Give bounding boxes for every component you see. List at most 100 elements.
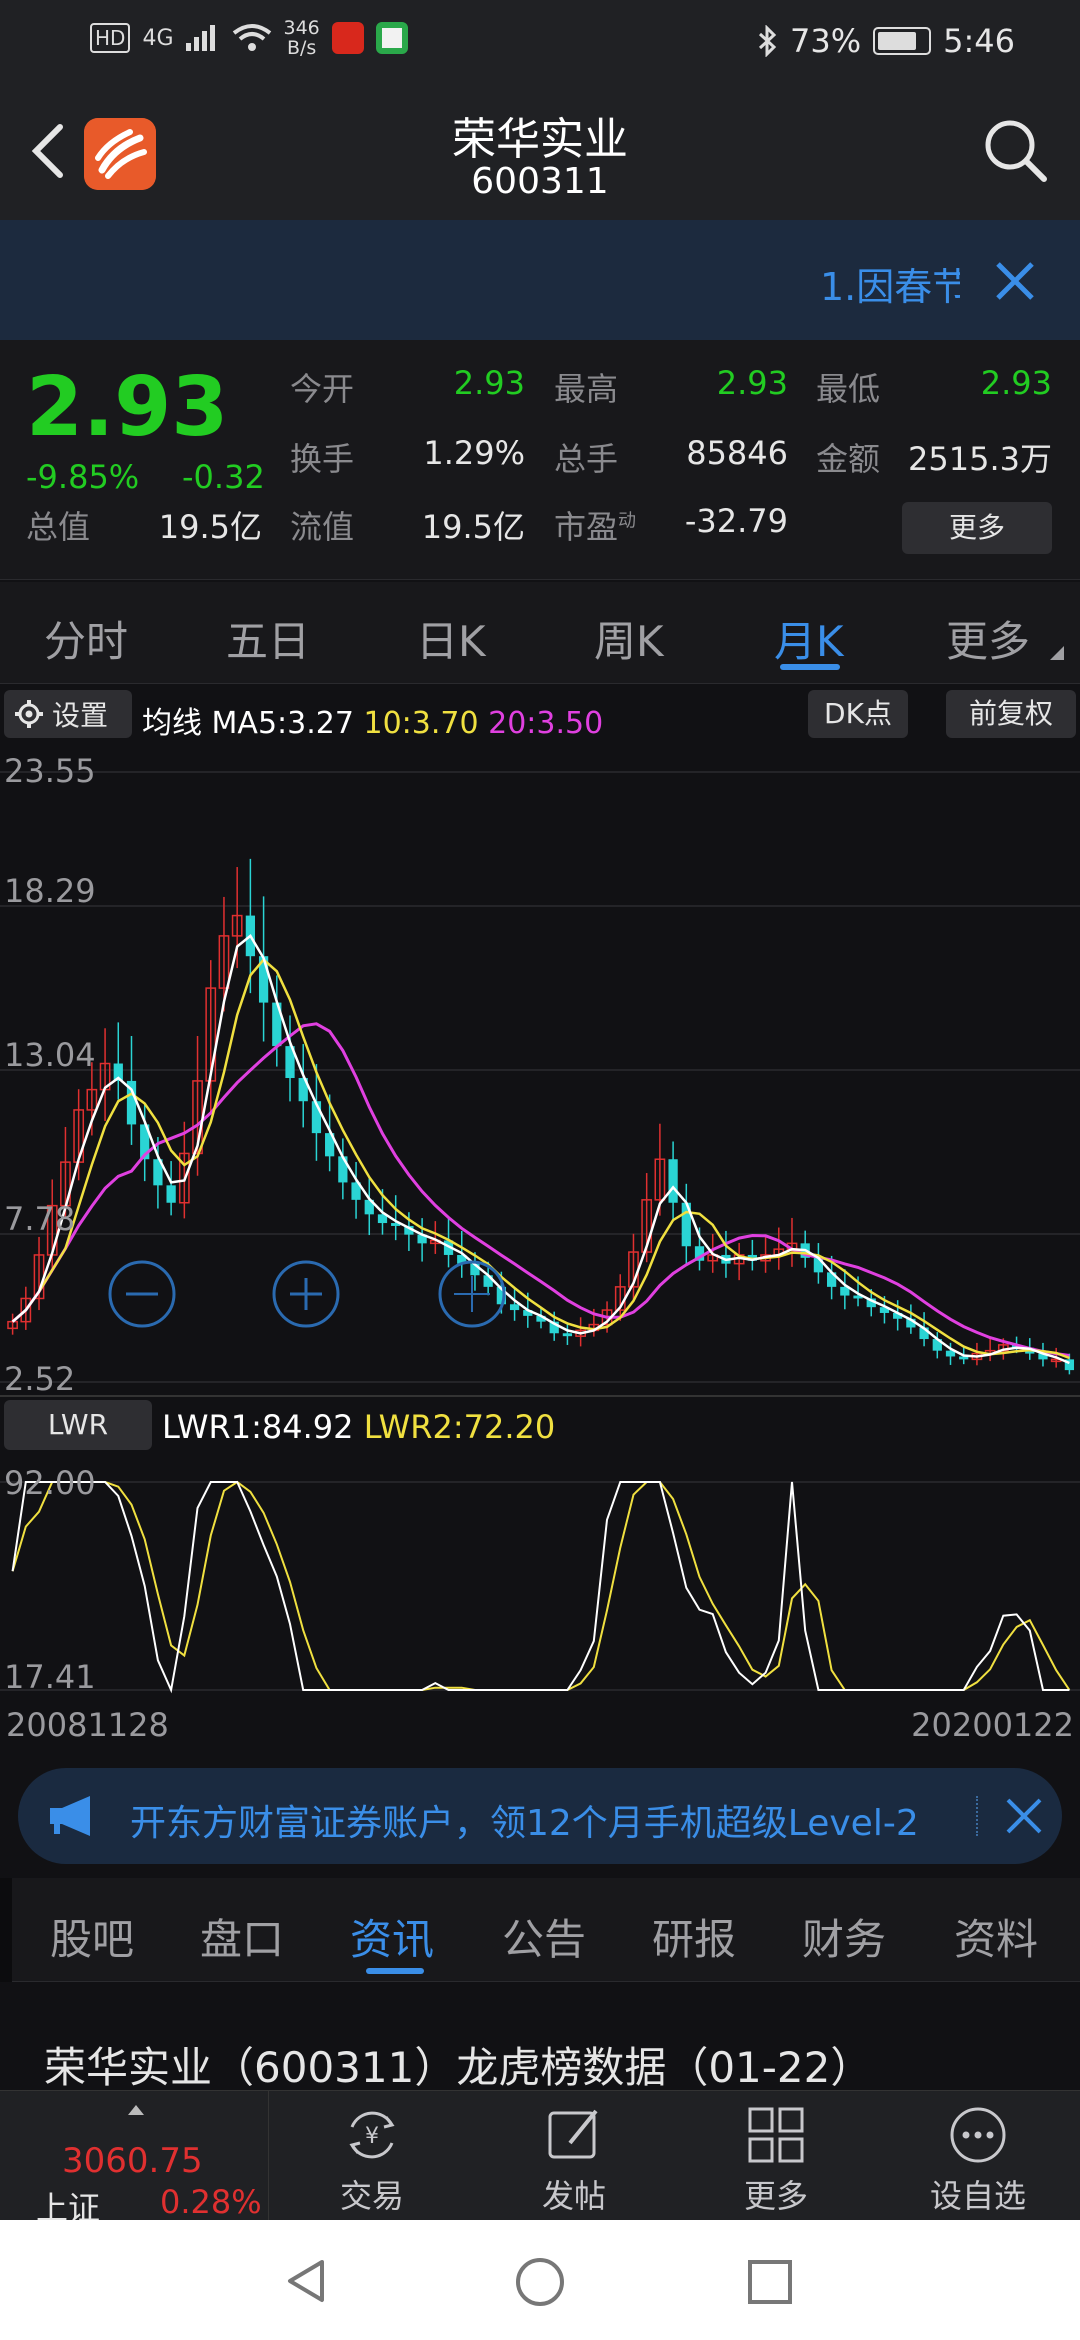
- app-notification-icon: [331, 22, 364, 54]
- stock-name: 荣华实业: [452, 114, 628, 165]
- price-adjust-button[interactable]: 前复权: [946, 690, 1076, 738]
- gear-icon: [15, 700, 43, 728]
- lwr-grid: [0, 1481, 1080, 1691]
- ma10-value: 10:3.70: [363, 706, 479, 741]
- zoom-controls: [108, 1260, 506, 1328]
- dk-point-button[interactable]: DK点: [808, 690, 908, 738]
- label-float-value: 流值: [290, 508, 355, 546]
- candle-body: [562, 1333, 573, 1337]
- value-open: 2.93: [453, 364, 525, 402]
- value-pe: -32.79: [684, 502, 788, 540]
- tab-intraday[interactable]: 分时: [44, 608, 128, 669]
- settings-button[interactable]: 设置: [4, 690, 132, 738]
- system-back-icon[interactable]: [282, 2256, 332, 2306]
- tab-news[interactable]: 资讯: [350, 1906, 434, 1967]
- news-list: 荣华实业（600311）龙虎榜数据（01-22）: [0, 1982, 1080, 2092]
- zoom-in-button[interactable]: [272, 1260, 340, 1328]
- search-icon[interactable]: [980, 115, 1050, 185]
- value-turnover: 1.29%: [423, 434, 525, 472]
- label-pe: 市盈动: [554, 502, 636, 548]
- candles: [7, 858, 1075, 1375]
- tab-research[interactable]: 研报: [652, 1906, 736, 1967]
- system-home-icon[interactable]: [514, 2256, 566, 2308]
- nav-post[interactable]: 发帖: [506, 2097, 642, 2217]
- candle-body: [509, 1304, 520, 1311]
- megaphone-icon: [50, 1796, 90, 1836]
- nav-watchlist[interactable]: 设自选: [910, 2097, 1046, 2217]
- active-tab-indicator: [780, 664, 840, 670]
- lwr1-line: [11, 1481, 1070, 1694]
- label-pe-text: 市盈: [554, 508, 619, 546]
- promo-banner[interactable]: 开东方财富证券账户，领12个月手机超级Level-2: [18, 1768, 1062, 1864]
- date-start: 20081128: [6, 1706, 169, 1744]
- nav-trade[interactable]: ¥ 交易: [304, 2097, 440, 2217]
- stock-code: 600311: [471, 161, 609, 202]
- nav-more[interactable]: 更多: [708, 2097, 844, 2217]
- lwr-tick-bottom: 17.41: [4, 1658, 96, 1696]
- notice-bar[interactable]: 1.因春节: [0, 220, 1080, 340]
- tab-daily-k[interactable]: 日K: [416, 608, 486, 669]
- tab-more-periods[interactable]: 更多: [946, 608, 1030, 669]
- quote-panel: 2.93 -9.85% -0.32 今开 2.93 最高 2.93 最低 2.9…: [0, 340, 1080, 580]
- nav-trade-label: 交易: [339, 2177, 404, 2215]
- index-value[interactable]: 3060.75: [62, 2141, 203, 2181]
- battery-icon: [873, 27, 932, 55]
- yuan-exchange-icon: ¥: [349, 2111, 395, 2159]
- label-turnover: 换手: [290, 440, 355, 478]
- label-volume: 总手: [554, 440, 619, 478]
- system-recents-icon[interactable]: [746, 2258, 794, 2306]
- index-percent[interactable]: 0.28%: [160, 2183, 262, 2221]
- promo-text[interactable]: 开东方财富证券账户，领12个月手机超级Level-2: [130, 1794, 970, 1846]
- value-low: 2.93: [980, 364, 1052, 402]
- more-dots-icon: [950, 2107, 1006, 2163]
- network-type: 4G: [142, 25, 174, 51]
- chart-grid: [0, 771, 1080, 1383]
- tab-finance[interactable]: 财务: [802, 1906, 886, 1967]
- label-open: 今开: [290, 370, 355, 408]
- change-amount: -0.32: [182, 458, 265, 496]
- lwr-indicator-button[interactable]: LWR: [4, 1400, 152, 1450]
- price-tick-3: 13.04: [4, 1036, 96, 1074]
- notice-text[interactable]: 1.因春节: [820, 256, 960, 311]
- tab-order-book[interactable]: 盘口: [200, 1906, 284, 1967]
- label-amount: 金额: [816, 440, 881, 478]
- tab-forum[interactable]: 股吧: [50, 1906, 134, 1967]
- clock: 5:46: [943, 22, 1015, 60]
- price-tick-2: 18.29: [4, 872, 96, 910]
- tab-five-day[interactable]: 五日: [226, 608, 310, 669]
- system-nav-bar: [0, 2220, 1080, 2340]
- net-speed: 346 B/s: [284, 18, 320, 58]
- title-bar: 荣华实业 600311: [0, 85, 1080, 220]
- value-amount: 2515.3万: [908, 440, 1052, 478]
- tab-monthly-k[interactable]: 月K: [774, 608, 844, 669]
- svg-text:¥: ¥: [365, 2124, 379, 2149]
- expand-arrow-icon[interactable]: [128, 2105, 144, 2115]
- price-tick-4: 7.78: [4, 1200, 76, 1238]
- active-news-tab-indicator: [366, 1968, 424, 1974]
- more-quote-button[interactable]: 更多: [902, 502, 1052, 554]
- news-headline[interactable]: 荣华实业（600311）龙虎榜数据（01-22）: [44, 2034, 872, 2095]
- close-promo-icon[interactable]: [1004, 1796, 1044, 1836]
- period-tabs: 分时 五日 日K 周K 月K 更多: [0, 582, 1080, 684]
- lwr-readout: LWR1:84.92 LWR2:72.20: [162, 1408, 555, 1446]
- kline-chart[interactable]: [0, 744, 1080, 1704]
- tab-weekly-k[interactable]: 周K: [594, 608, 664, 669]
- lwr2-value: LWR2:72.20: [363, 1408, 556, 1446]
- lwr1-value: LWR1:84.92: [162, 1408, 354, 1446]
- value-volume: 85846: [686, 434, 788, 472]
- tab-announcements[interactable]: 公告: [502, 1906, 586, 1967]
- nav-more-label: 更多: [743, 2177, 808, 2215]
- lwr2-line: [11, 1480, 1071, 1691]
- tab-profile[interactable]: 资料: [954, 1906, 1038, 1967]
- bluetooth-icon: [758, 25, 777, 57]
- tabs-edge: [0, 1878, 12, 1982]
- status-bar: HD 4G 346 B/s 73% 5:46: [0, 0, 1080, 85]
- price-tick-5: 2.52: [4, 1360, 76, 1398]
- value-total-value: 19.5亿: [158, 508, 262, 546]
- label-high: 最高: [554, 370, 619, 408]
- speed-unit: B/s: [286, 37, 317, 59]
- value-float-value: 19.5亿: [421, 508, 525, 546]
- hd-badge: HD: [90, 23, 131, 53]
- zoom-out-button[interactable]: [108, 1260, 176, 1328]
- close-icon[interactable]: [990, 256, 1040, 306]
